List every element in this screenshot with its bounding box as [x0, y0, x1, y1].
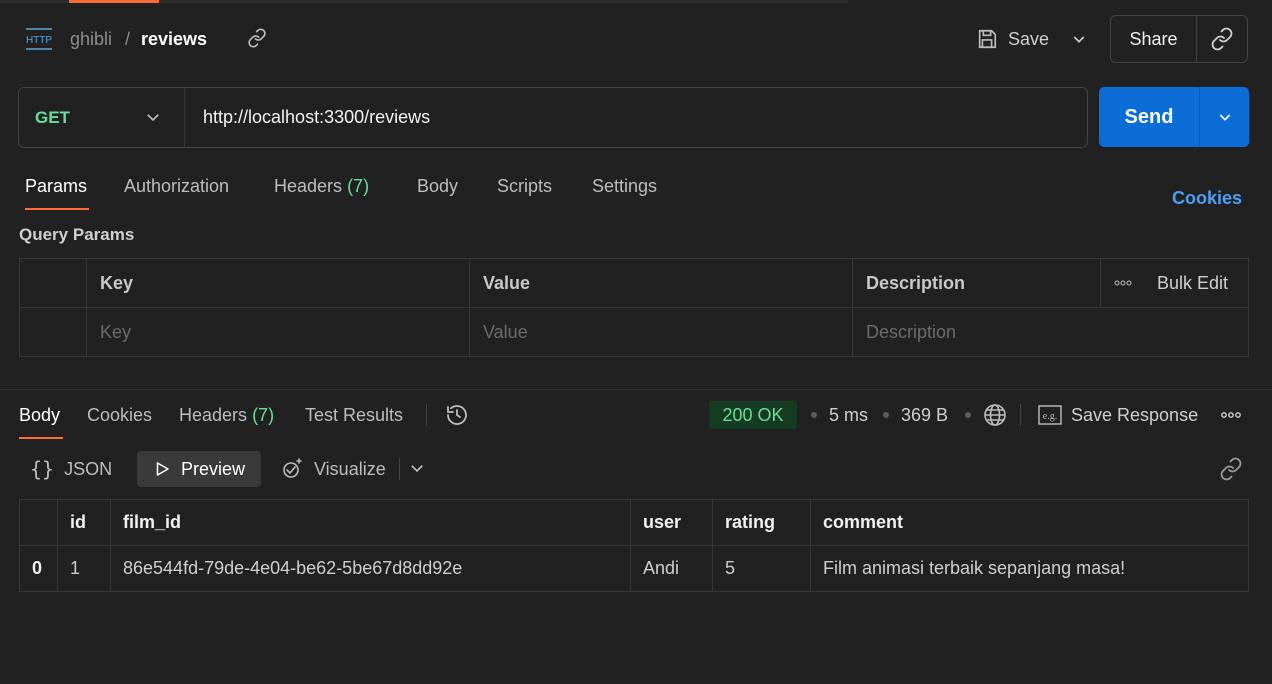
cell-id: 1 — [57, 545, 111, 592]
column-header-rating: rating — [712, 499, 811, 546]
active-tab-underline — [19, 437, 63, 439]
tab-authorization[interactable]: Authorization — [124, 176, 229, 197]
save-label: Save — [1008, 28, 1050, 49]
send-button[interactable]: Send — [1099, 87, 1200, 147]
more-icon[interactable] — [1220, 407, 1242, 423]
play-icon — [153, 460, 171, 478]
query-params-table: Key Value Description Bulk Edit Key Valu… — [19, 258, 1249, 357]
active-tab-indicator — [69, 0, 159, 3]
column-header-key: Key — [86, 258, 470, 308]
save-button[interactable]: Save — [968, 20, 1060, 58]
index-column-header — [19, 499, 58, 546]
value-input[interactable]: Value — [469, 307, 853, 357]
method-label: GET — [35, 107, 70, 127]
response-preview-table: id film_id user rating comment 0 1 86e54… — [19, 499, 1249, 592]
view-visualize-button[interactable]: Visualize — [280, 452, 386, 486]
view-preview-button[interactable]: Preview — [137, 451, 261, 487]
chevron-down-icon[interactable] — [144, 108, 164, 128]
bulk-edit-cell: Bulk Edit — [1100, 258, 1249, 308]
chevron-down-icon — [1071, 31, 1087, 47]
globe-icon[interactable] — [983, 403, 1007, 427]
separator — [426, 404, 427, 426]
pane-divider[interactable] — [0, 389, 1272, 390]
share-group: Share — [1110, 15, 1248, 63]
cell-user: Andi — [630, 545, 713, 592]
svg-text:e.g.: e.g. — [1043, 411, 1057, 422]
table-header-row: Key Value Description Bulk Edit — [19, 258, 1249, 308]
key-input[interactable]: Key — [86, 307, 470, 357]
chevron-down-icon — [1217, 109, 1233, 125]
example-icon: e.g. — [1038, 405, 1062, 425]
response-tab-cookies[interactable]: Cookies — [87, 405, 152, 426]
tab-body[interactable]: Body — [417, 176, 458, 197]
view-visualize-label: Visualize — [314, 458, 386, 479]
column-header-comment: comment — [810, 499, 1249, 546]
response-tab-headers-count: (7) — [252, 405, 275, 425]
row-checkbox-column — [19, 258, 87, 308]
row-checkbox-cell — [19, 307, 87, 357]
column-header-film-id: film_id — [110, 499, 631, 546]
bulk-edit-button[interactable]: Bulk Edit — [1157, 273, 1228, 294]
save-icon — [976, 28, 998, 50]
link-icon[interactable] — [247, 28, 267, 48]
braces-icon: {} — [30, 457, 55, 481]
row-index: 0 — [19, 545, 58, 592]
column-header-value: Value — [469, 258, 853, 308]
breadcrumb-collection[interactable]: ghibli — [70, 29, 112, 50]
table-row: 0 1 86e544fd-79de-4e04-be62-5be67d8dd92e… — [19, 545, 1249, 592]
tab-scripts[interactable]: Scripts — [497, 176, 552, 197]
separator — [1020, 404, 1021, 426]
more-icon[interactable] — [1114, 280, 1132, 286]
active-tab-underline — [25, 208, 89, 210]
view-json-label: JSON — [64, 458, 113, 479]
chevron-down-icon[interactable] — [408, 459, 428, 479]
share-button[interactable]: Share — [1111, 16, 1197, 62]
meta-dot — [965, 412, 971, 418]
copy-link-button[interactable] — [1197, 16, 1247, 62]
response-size[interactable]: 369 B — [901, 405, 948, 426]
column-header-id: id — [57, 499, 111, 546]
history-icon[interactable] — [445, 403, 469, 427]
meta-dot — [883, 412, 889, 418]
description-input[interactable]: Description — [852, 307, 1249, 357]
breadcrumb-separator: / — [125, 29, 131, 49]
column-header-description: Description — [852, 258, 1101, 308]
tab-settings[interactable]: Settings — [592, 176, 657, 197]
tab-headers-label: Headers — [274, 176, 343, 196]
link-icon[interactable] — [1219, 457, 1243, 481]
http-icon: HTTP — [24, 26, 54, 52]
response-time[interactable]: 5 ms — [829, 405, 868, 426]
meta-dot — [811, 412, 817, 418]
response-tab-body[interactable]: Body — [19, 405, 60, 426]
query-params-title: Query Params — [19, 225, 135, 244]
send-group: Send — [1099, 87, 1249, 147]
view-json-button[interactable]: {} JSON — [30, 452, 112, 486]
save-response-button[interactable]: Save Response — [1071, 405, 1198, 426]
send-options-button[interactable] — [1200, 87, 1249, 147]
cookies-link[interactable]: Cookies — [1172, 188, 1242, 209]
url-bar: GET http://localhost:3300/reviews — [18, 87, 1088, 148]
view-preview-label: Preview — [181, 458, 246, 479]
status-badge[interactable]: 200 OK — [709, 401, 797, 429]
response-tab-test-results[interactable]: Test Results — [305, 405, 403, 426]
magic-wand-icon — [280, 457, 304, 481]
cell-film-id: 86e544fd-79de-4e04-be62-5be67d8dd92e — [110, 545, 631, 592]
tab-headers[interactable]: Headers (7) — [274, 176, 369, 197]
link-icon — [1210, 27, 1234, 51]
svg-text:HTTP: HTTP — [26, 35, 52, 46]
separator — [399, 458, 400, 480]
column-header-user: user — [630, 499, 713, 546]
cell-rating: 5 — [712, 545, 811, 592]
breadcrumb-request-name[interactable]: reviews — [141, 29, 207, 50]
response-tab-headers-label: Headers — [179, 405, 248, 425]
table-row: Key Value Description — [19, 307, 1249, 357]
cell-comment: Film animasi terbaik sepanjang masa! — [810, 545, 1249, 592]
response-tab-headers[interactable]: Headers (7) — [179, 405, 274, 426]
tab-headers-count: (7) — [347, 176, 370, 196]
url-input[interactable]: http://localhost:3300/reviews — [203, 88, 1073, 147]
table-header-row: id film_id user rating comment — [19, 499, 1249, 546]
tab-params[interactable]: Params — [25, 176, 87, 197]
save-options-button[interactable] — [1062, 20, 1096, 58]
